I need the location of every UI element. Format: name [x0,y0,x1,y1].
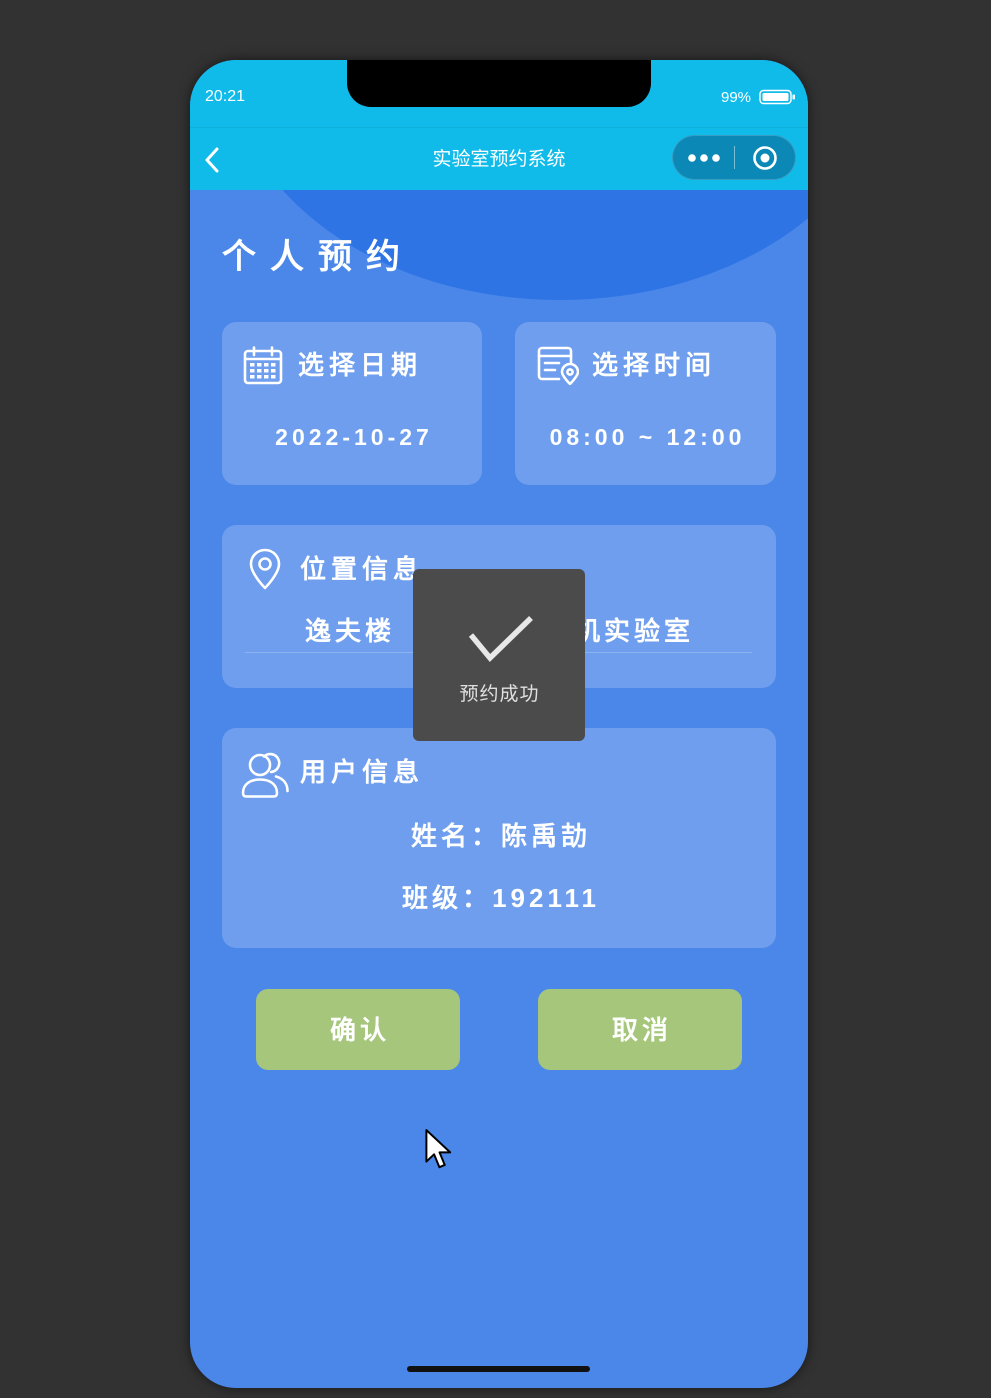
location-label: 位置信息 [300,554,425,584]
mouse-pointer-icon [425,1129,452,1169]
toast-message: 预约成功 [459,684,540,705]
device-notch [347,60,651,107]
user-icon [241,752,289,798]
phone-screen: 20:21 99% 实验室预约系统 个人预约 选择日期 2022-10-27 选… [190,60,808,1388]
class-label: 班级： [402,883,493,913]
success-toast: 预约成功 [413,569,585,741]
time-value: 08:00 ~ 12:00 [549,424,746,450]
user-class-line: 班级：192111 [222,883,776,913]
confirm-button-label: 确认 [329,1014,390,1045]
status-time: 20:21 [205,88,246,105]
status-bar: 20:21 99% [190,60,808,128]
calendar-location-icon [537,346,579,385]
time-picker-card[interactable]: 选择时间 08:00 ~ 12:00 [515,322,776,485]
checkmark-icon [468,616,533,663]
battery-percentage: 99% [721,89,752,106]
date-value: 2022-10-27 [275,424,433,450]
user-name-line: 姓名：陈禹劼 [222,821,776,851]
page-title: 个人预约 [222,238,414,276]
miniprogram-capsule [672,135,796,180]
user-info-label: 用户信息 [300,757,425,787]
battery-icon [759,89,795,105]
main-content: 个人预约 选择日期 2022-10-27 选择时间 08:00 ~ 12:00 … [190,190,808,1388]
more-button[interactable] [673,136,735,179]
target-circle-icon [753,145,777,170]
home-indicator[interactable] [407,1366,590,1372]
name-label: 姓名： [410,821,501,851]
location-value-right: 机实验室 [574,616,695,646]
class-value: 192111 [492,883,600,913]
calendar-icon [243,346,283,385]
confirm-button[interactable]: 确认 [256,989,460,1070]
nav-bar: 实验室预约系统 [190,128,808,190]
name-value: 陈禹劼 [501,821,592,851]
time-label: 选择时间 [592,350,717,380]
app-header: 20:21 99% 实验室预约系统 [190,60,808,190]
location-pin-icon [249,548,281,590]
more-dots-icon [688,153,720,162]
date-label: 选择日期 [298,350,423,380]
date-picker-card[interactable]: 选择日期 2022-10-27 [222,322,482,485]
cancel-button[interactable]: 取消 [538,989,742,1070]
cancel-button-label: 取消 [611,1014,672,1045]
close-miniprogram-button[interactable] [735,136,795,179]
location-value-left: 逸夫楼 [305,616,396,646]
user-info-card: 用户信息 姓名：陈禹劼 班级：192111 [222,728,776,948]
